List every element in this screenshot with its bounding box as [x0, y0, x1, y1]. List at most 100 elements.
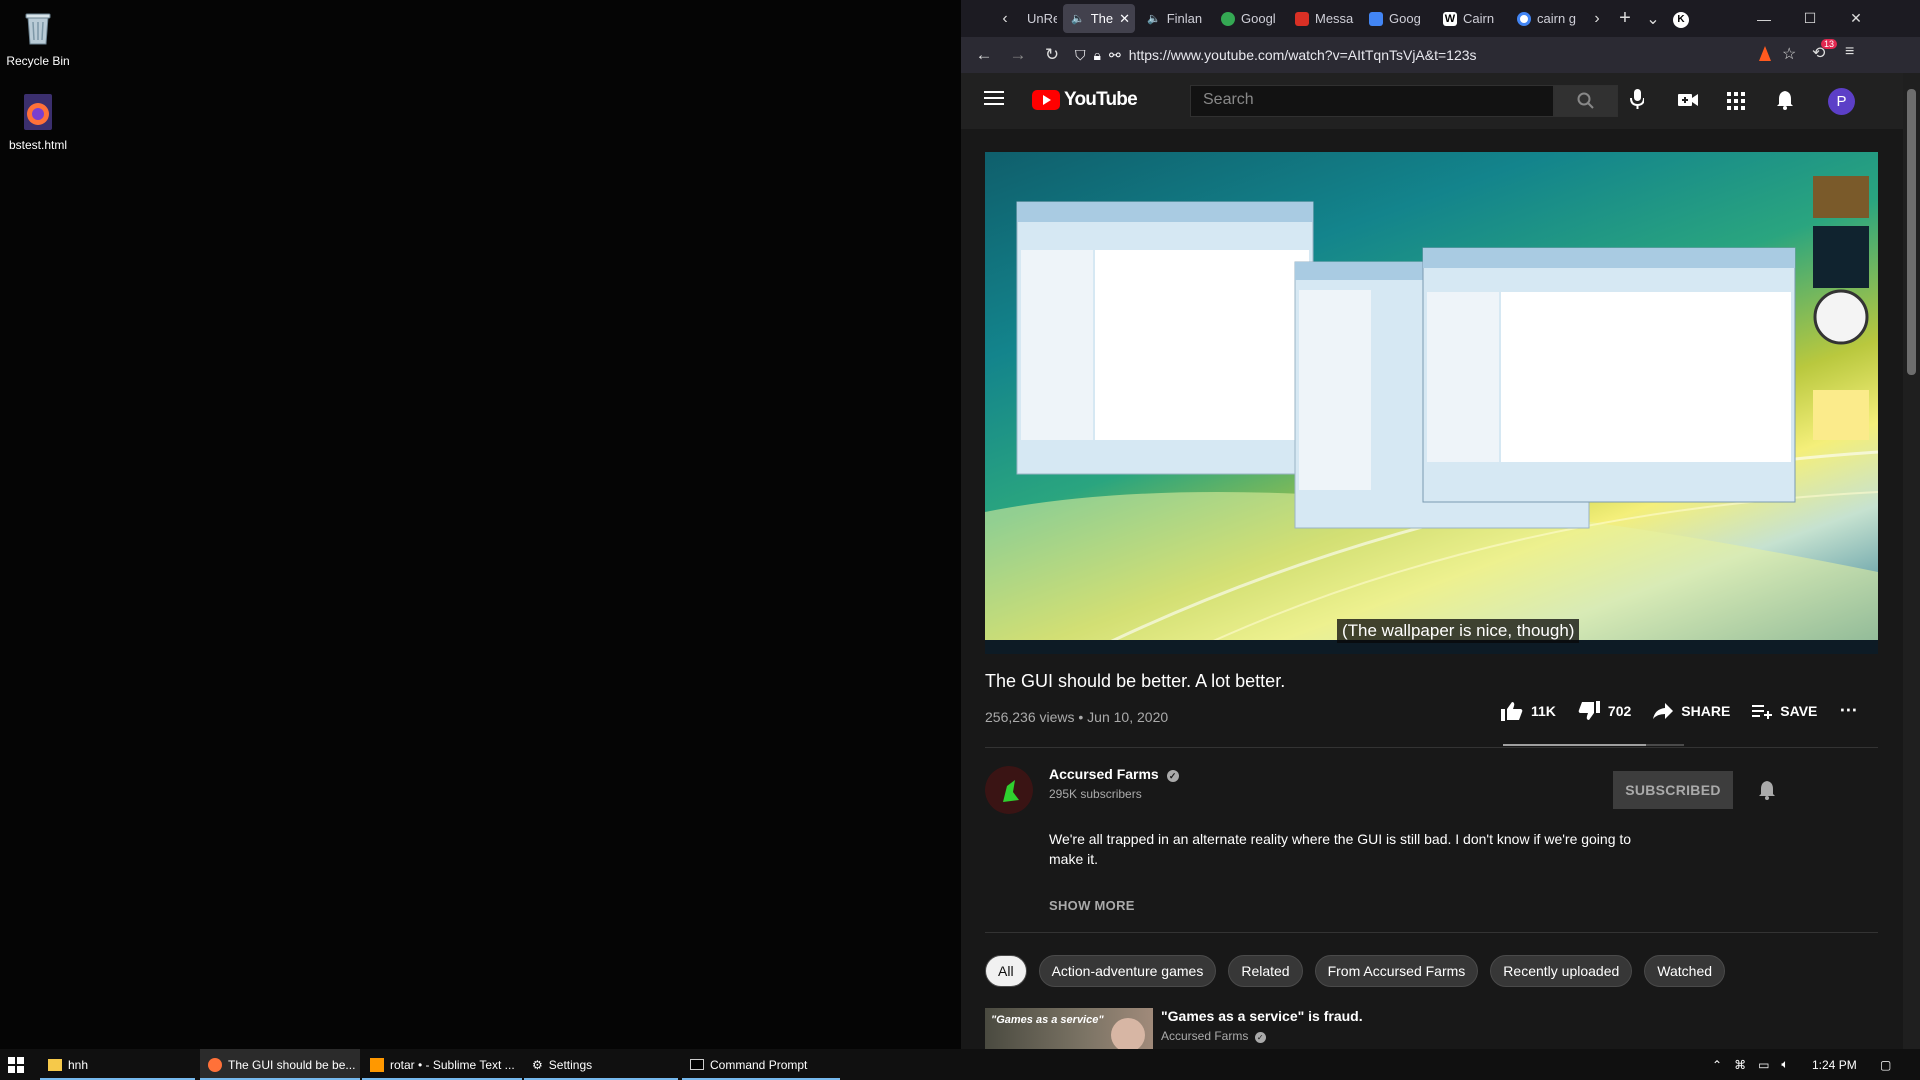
back-icon[interactable]: ←: [967, 45, 1001, 65]
taskbar-label: Command Prompt: [710, 1057, 808, 1072]
taskbar-firefox[interactable]: The GUI should be be...: [200, 1049, 360, 1080]
taskbar-label: rotar • - Sublime Text ...: [390, 1057, 515, 1072]
desktop-icon-bstest[interactable]: bstest.html: [0, 92, 76, 152]
search-input[interactable]: Search: [1190, 85, 1554, 117]
url-bar[interactable]: ⛉ 🔒︎ ⚯ https://www.youtube.com/watch?v=A…: [1071, 41, 1801, 69]
tab-google-1[interactable]: Googl: [1213, 4, 1287, 33]
bookmark-star-icon[interactable]: ☆: [1782, 44, 1796, 64]
forward-icon[interactable]: →: [1001, 45, 1035, 65]
recommended-video-title[interactable]: "Games as a service" is fraud.: [1161, 1008, 1363, 1024]
show-more-button[interactable]: SHOW MORE: [1049, 898, 1135, 913]
apps-grid-icon[interactable]: [1727, 92, 1745, 115]
tray-chevron-up-icon[interactable]: ⌃: [1712, 1058, 1722, 1072]
video-caption: (The wallpaper is nice, though): [1337, 619, 1580, 643]
page-scrollbar[interactable]: [1903, 73, 1920, 1049]
tab-google-2[interactable]: Goog: [1361, 4, 1435, 33]
video-meta: 256,236 views • Jun 10, 2020: [985, 709, 1169, 725]
tab-messenger[interactable]: Messa: [1287, 4, 1361, 33]
lock-icon[interactable]: 🔒︎: [1094, 47, 1101, 64]
taskbar-settings[interactable]: ⚙ Settings: [524, 1049, 678, 1080]
voice-search-icon[interactable]: [1630, 89, 1645, 116]
video-player[interactable]: (The wallpaper is nice, though): [985, 152, 1878, 654]
like-button[interactable]: 11K: [1501, 701, 1556, 721]
minimize-icon[interactable]: —: [1741, 0, 1787, 37]
share-label: SHARE: [1681, 702, 1731, 719]
like-count: 11K: [1531, 702, 1556, 719]
tab-label: Finlan: [1166, 11, 1203, 26]
chip-from-channel[interactable]: From Accursed Farms: [1314, 955, 1479, 987]
desktop-icon-label: bstest.html: [8, 138, 68, 152]
taskbar-label: hnh: [68, 1057, 89, 1072]
youtube-logo[interactable]: YouTube: [1032, 89, 1138, 111]
tab-label: Goog: [1389, 11, 1421, 26]
share-button[interactable]: SHARE: [1653, 702, 1731, 719]
gmail-icon: [1295, 11, 1309, 26]
tab-finland[interactable]: 🔈 Finlan: [1139, 4, 1213, 33]
new-tab-icon[interactable]: +: [1611, 7, 1639, 30]
tab-google-search[interactable]: cairn g: [1509, 4, 1583, 33]
recommended-video-thumbnail[interactable]: "Games as a service": [985, 1008, 1153, 1049]
account-k-icon[interactable]: K: [1667, 9, 1695, 28]
save-label: SAVE: [1780, 702, 1818, 719]
search-icon: [1577, 92, 1594, 109]
brave-rewards-icon[interactable]: [1758, 45, 1772, 63]
video-title: The GUI should be better. A lot better.: [985, 671, 1286, 691]
maximize-icon[interactable]: ☐: [1787, 0, 1833, 37]
start-button[interactable]: [0, 1049, 34, 1080]
hamburger-menu-icon[interactable]: ≡: [1845, 43, 1854, 61]
recycle-bin-icon: [18, 8, 58, 48]
notifications-bell-icon[interactable]: [1776, 90, 1794, 115]
youtube-header: YouTube Search P: [961, 73, 1903, 129]
taskbar-explorer[interactable]: hnh: [40, 1049, 195, 1080]
clock[interactable]: 1:24 PM: [1812, 1049, 1857, 1080]
recommended-video-channel[interactable]: Accursed Farms ✓: [1161, 1029, 1266, 1043]
save-button[interactable]: SAVE: [1752, 703, 1817, 719]
taskbar-sublime[interactable]: rotar • - Sublime Text ...: [362, 1049, 522, 1080]
chip-all[interactable]: All: [985, 955, 1027, 987]
channel-name-text: Accursed Farms: [1049, 766, 1159, 782]
desktop-icon-recycle-bin[interactable]: Recycle Bin: [0, 8, 76, 68]
tab-wikipedia[interactable]: W Cairn: [1435, 4, 1509, 33]
playlist-add-icon: [1752, 704, 1773, 719]
tab-scroll-left-icon[interactable]: ‹: [991, 10, 1019, 28]
notification-bell-all-icon[interactable]: [1757, 780, 1777, 805]
channel-name[interactable]: Accursed Farms ✓: [1049, 766, 1179, 782]
tab-close-icon[interactable]: ✕: [1119, 11, 1130, 27]
tab-scroll-right-icon[interactable]: ›: [1583, 10, 1611, 28]
close-window-icon[interactable]: ✕: [1833, 0, 1879, 37]
guide-menu-icon[interactable]: [984, 90, 1004, 111]
subscribed-button[interactable]: SUBSCRIBED: [1613, 771, 1733, 809]
tab-unread[interactable]: UnRe: [1019, 4, 1057, 33]
action-center-icon[interactable]: ▢: [1880, 1049, 1891, 1080]
dislike-button[interactable]: 702: [1578, 700, 1631, 721]
search-button[interactable]: [1554, 85, 1618, 117]
youtube-page: YouTube Search P (The wallpaper is nice,…: [961, 73, 1903, 1049]
volume-icon[interactable]: 🔈︎: [1781, 1057, 1788, 1072]
chip-recently-uploaded[interactable]: Recently uploaded: [1490, 955, 1633, 987]
gear-icon: ⚙: [532, 1057, 543, 1072]
firefox-icon: [208, 1057, 222, 1072]
tray-device-icon[interactable]: ⌘: [1734, 1058, 1746, 1072]
accursed-farms-logo-icon: [985, 766, 1033, 814]
permissions-icon[interactable]: ⚯: [1109, 47, 1121, 64]
more-actions-icon[interactable]: ⋯: [1839, 700, 1857, 721]
speaker-icon: 🔈: [1147, 13, 1161, 25]
channel-avatar[interactable]: [985, 766, 1033, 814]
battery-icon[interactable]: ▭: [1758, 1058, 1769, 1072]
chip-watched[interactable]: Watched: [1644, 955, 1726, 987]
shield-icon[interactable]: ⛉: [1075, 47, 1086, 64]
video-actions: 11K 702 SHARE SAVE ⋯: [1501, 700, 1857, 721]
create-video-icon[interactable]: [1678, 92, 1698, 113]
wikipedia-icon: W: [1443, 11, 1457, 26]
tab-list-icon[interactable]: ⌄: [1639, 9, 1667, 29]
taskbar-command-prompt[interactable]: Command Prompt: [682, 1049, 840, 1080]
tab-label: UnRe: [1027, 11, 1057, 26]
scrollbar-thumb[interactable]: [1907, 89, 1916, 375]
tab-youtube-active[interactable]: 🔈 The ✕: [1063, 4, 1135, 33]
user-avatar[interactable]: P: [1828, 88, 1855, 115]
chip-related[interactable]: Related: [1228, 955, 1303, 987]
chip-action-adventure[interactable]: Action-adventure games: [1038, 955, 1217, 987]
cmd-icon: [690, 1059, 704, 1070]
reload-icon[interactable]: ↻: [1035, 45, 1069, 65]
url-text[interactable]: https://www.youtube.com/watch?v=AItTqnTs…: [1129, 47, 1477, 63]
